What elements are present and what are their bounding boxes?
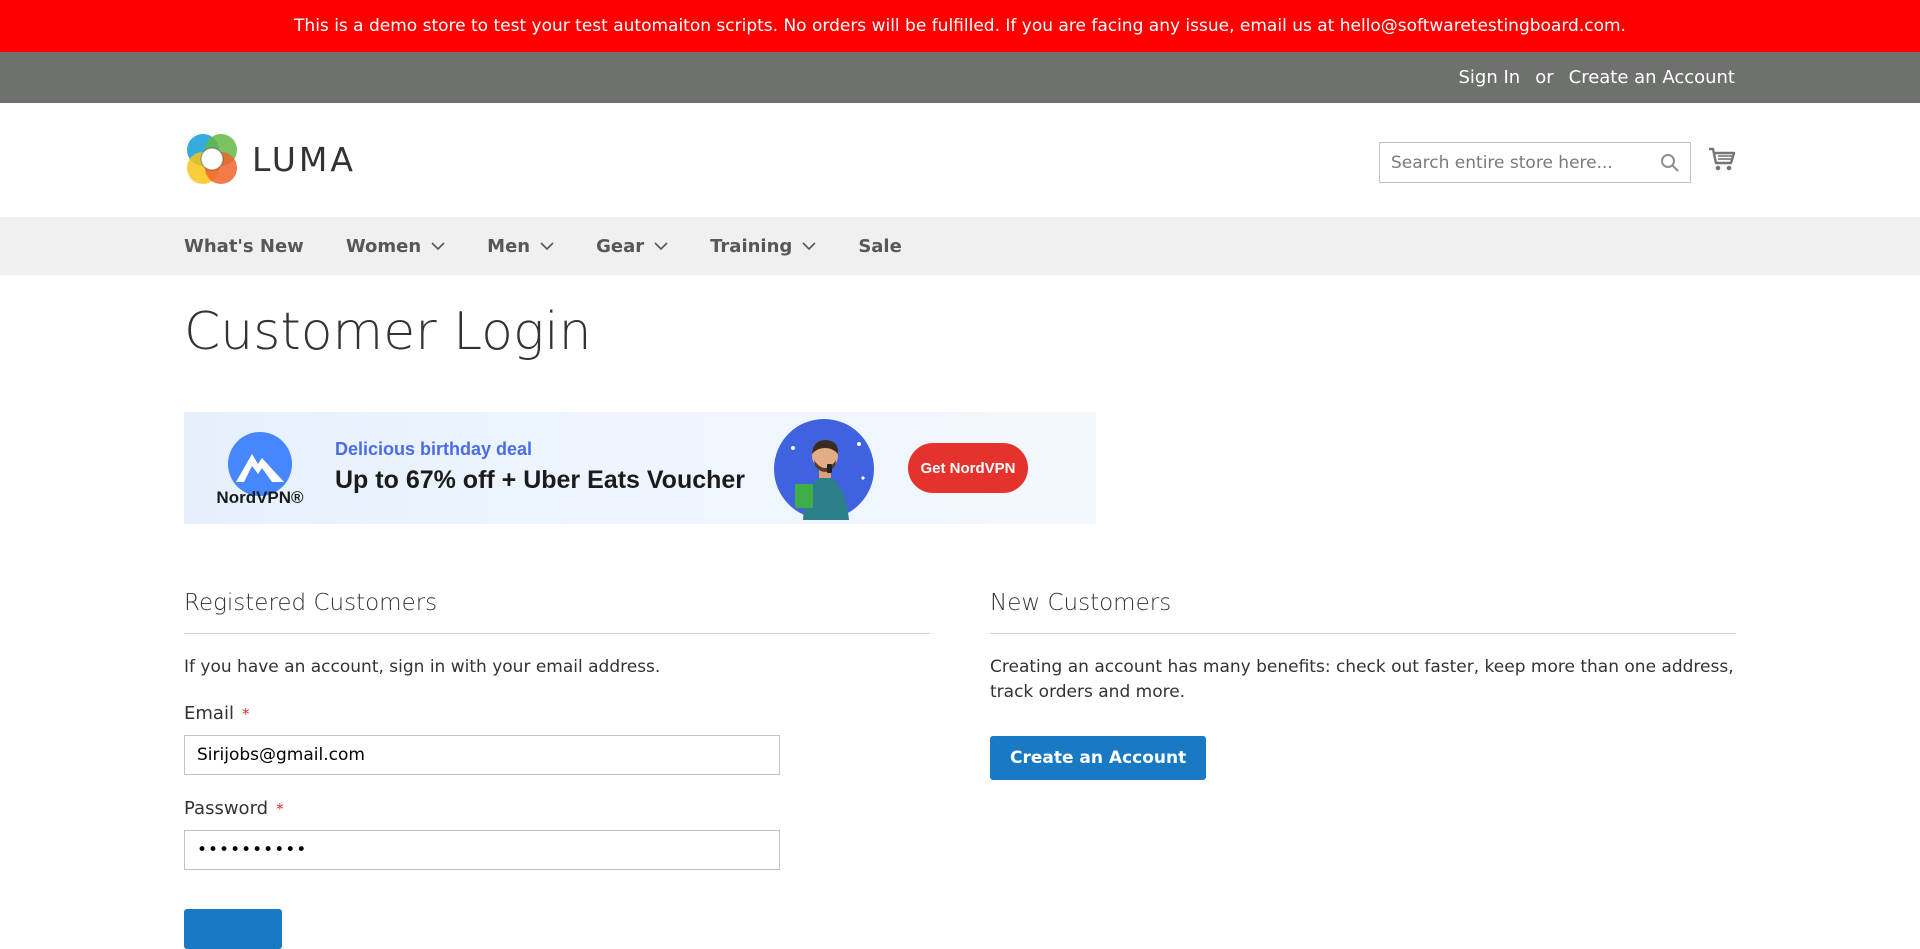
new-customers-block: New Customers Creating an account has ma… <box>990 590 1736 780</box>
email-label-text: Email <box>184 703 234 724</box>
password-masked-value: •••••••••• <box>197 840 308 860</box>
header-links: Sign In or Create an Account <box>1459 52 1736 103</box>
password-field[interactable]: •••••••••• <box>184 830 780 870</box>
email-label: Email * <box>184 703 930 724</box>
create-account-link[interactable]: Create an Account <box>1569 67 1735 88</box>
nav-item-label: Men <box>487 235 531 257</box>
banner-headline: Up to 67% off + Uber Eats Voucher <box>335 466 746 494</box>
header-content: LUMA <box>0 103 1920 217</box>
chevron-down-icon <box>540 241 554 251</box>
nav-item-label: Women <box>345 235 422 257</box>
cart-icon[interactable] <box>1707 145 1737 175</box>
new-customers-title: New Customers <box>990 590 1736 634</box>
nav-item-training[interactable]: Training <box>710 236 816 257</box>
registered-customers-block: Registered Customers If you have an acco… <box>184 590 930 870</box>
banner-person-illustration <box>774 419 874 520</box>
header-or-text: or <box>1535 67 1554 88</box>
search-box <box>1379 142 1691 183</box>
nav-item-gear[interactable]: Gear <box>596 236 668 257</box>
demo-notice-text: This is a demo store to test your test a… <box>294 16 1626 36</box>
panel-header: Sign In or Create an Account <box>0 52 1920 103</box>
password-label: Password * <box>184 798 930 819</box>
nav-item-label: Gear <box>596 235 645 257</box>
logo[interactable]: LUMA <box>184 131 356 187</box>
page-title: Customer Login <box>184 302 592 362</box>
chevron-down-icon <box>431 241 445 251</box>
create-account-button[interactable]: Create an Account <box>990 736 1207 780</box>
nordvpn-brand-text: NordVPN® <box>216 488 304 507</box>
nav-item-label: What's New <box>184 235 304 257</box>
nav-item-men[interactable]: Men <box>487 236 554 257</box>
sign-in-button[interactable] <box>184 909 282 949</box>
nordvpn-ad-banner[interactable]: NordVPN® Delicious birthday deal Up to 6… <box>184 412 1096 524</box>
demo-notice-bar: This is a demo store to test your test a… <box>0 0 1920 52</box>
nav-item-sale[interactable]: Sale <box>858 236 902 257</box>
chevron-down-icon <box>802 241 816 251</box>
get-nordvpn-button[interactable]: Get NordVPN <box>908 443 1028 493</box>
sign-in-link[interactable]: Sign In <box>1459 67 1521 88</box>
search-input[interactable] <box>1380 143 1650 182</box>
chevron-down-icon <box>654 241 668 251</box>
luma-logo-icon <box>187 134 237 184</box>
main-nav: What's New Women Men Gear Training Sale <box>0 217 1920 275</box>
banner-subtitle: Delicious birthday deal <box>335 439 533 459</box>
required-mark: * <box>241 704 250 723</box>
nav-item-whats-new[interactable]: What's New <box>184 236 304 257</box>
search-icon[interactable] <box>1650 143 1690 182</box>
email-field-wrapper <box>184 735 780 775</box>
new-customers-intro-text: Creating an account has many benefits: c… <box>990 657 1734 702</box>
required-mark: * <box>276 799 284 818</box>
nav-item-label: Sale <box>858 235 902 257</box>
email-field[interactable] <box>197 745 779 765</box>
registered-customers-title: Registered Customers <box>184 590 930 634</box>
registered-intro-text: If you have an account, sign in with you… <box>184 657 661 677</box>
nav-item-women[interactable]: Women <box>346 236 445 257</box>
password-label-text: Password <box>184 798 269 819</box>
nav-item-label: Training <box>710 235 793 257</box>
logo-text: LUMA <box>252 139 356 179</box>
